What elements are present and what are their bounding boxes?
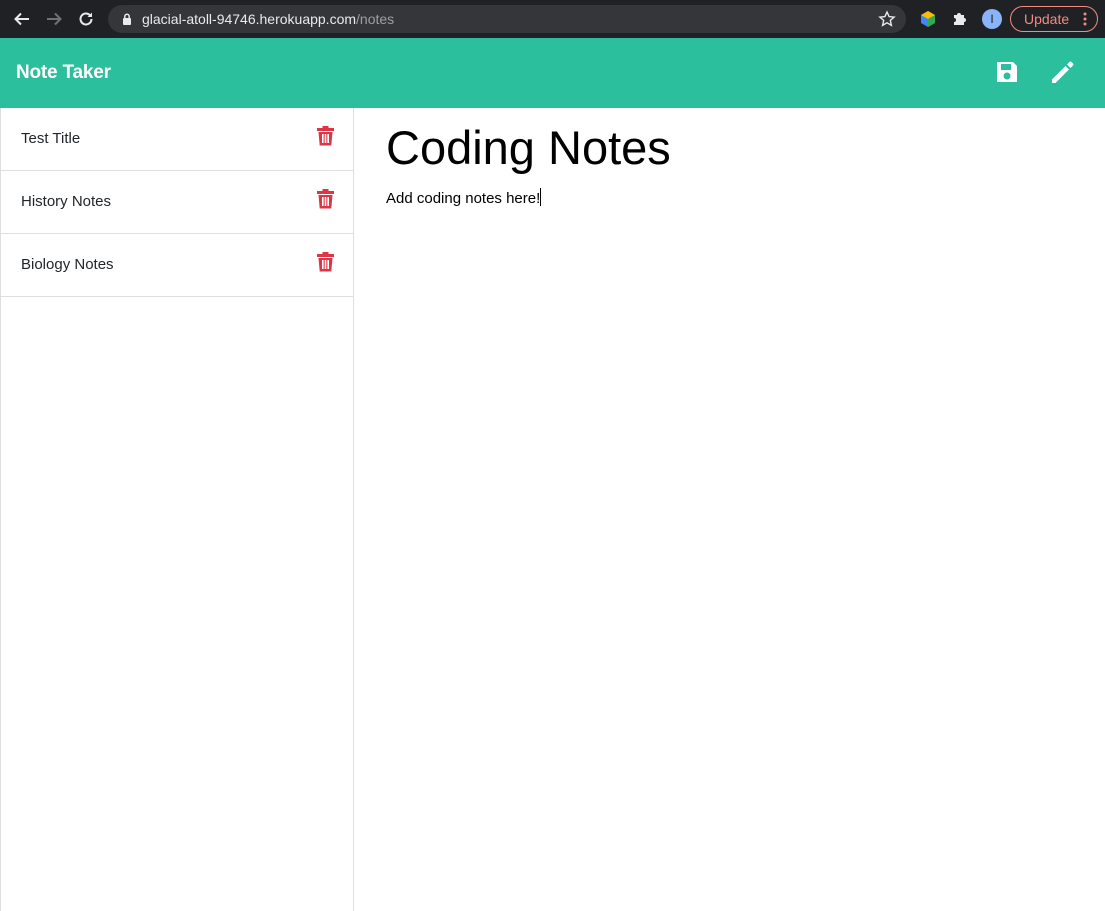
list-item[interactable]: Biology Notes [1, 234, 353, 297]
update-label: Update [1024, 11, 1070, 27]
lock-icon [123, 13, 131, 25]
list-item[interactable]: Test Title [1, 108, 353, 171]
note-text-area[interactable]: Add coding notes here! [386, 188, 542, 207]
extension-icon[interactable] [918, 9, 938, 29]
browser-toolbar: glacial-atoll-94746.herokuapp.com/notes … [0, 0, 1105, 38]
app-navbar: Note Taker [0, 38, 1105, 108]
reload-icon [79, 12, 93, 26]
back-button[interactable] [10, 7, 34, 31]
url-path: /notes [356, 11, 395, 27]
note-text: Add coding notes here! [386, 190, 541, 207]
note-title: History Notes [21, 193, 112, 210]
trash-icon[interactable] [317, 189, 334, 209]
trash-icon[interactable] [317, 126, 334, 146]
puzzle-extensions-icon[interactable] [950, 9, 970, 29]
address-bar[interactable]: glacial-atoll-94746.herokuapp.com/notes [108, 5, 906, 33]
url-text: glacial-atoll-94746.herokuapp.com/notes [142, 11, 394, 27]
forward-button[interactable] [42, 7, 66, 31]
note-list: Test Title History Notes Biology Notes [0, 108, 354, 911]
trash-icon[interactable] [317, 252, 334, 272]
note-title: Test Title [21, 130, 81, 147]
url-host: glacial-atoll-94746.herokuapp.com [142, 11, 357, 27]
bookmark-star-icon[interactable] [878, 10, 896, 28]
browser-update-button[interactable]: Update [1010, 6, 1098, 32]
reload-button[interactable] [74, 7, 98, 31]
profile-avatar[interactable]: I [982, 9, 1002, 29]
note-title-input[interactable]: Coding Notes [386, 120, 671, 175]
forward-arrow-icon [47, 12, 62, 26]
list-item[interactable]: History Notes [1, 171, 353, 234]
pencil-icon[interactable] [1049, 58, 1077, 86]
note-title: Biology Notes [21, 256, 114, 273]
more-menu-icon [1083, 12, 1087, 26]
save-icon[interactable] [994, 59, 1020, 85]
back-arrow-icon [14, 12, 29, 26]
app-brand[interactable]: Note Taker [16, 62, 111, 84]
note-editor: Coding Notes Add coding notes here! [354, 108, 1105, 911]
text-caret [540, 188, 542, 206]
